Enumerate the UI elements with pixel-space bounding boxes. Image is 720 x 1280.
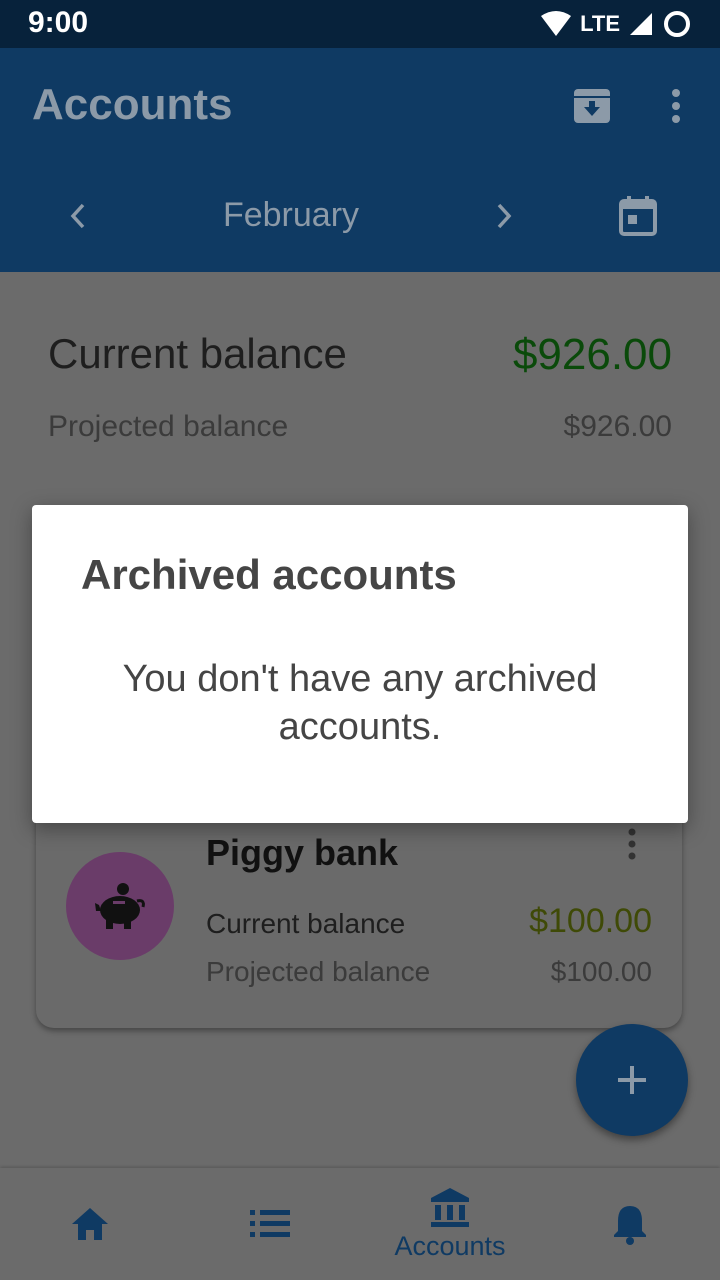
chevron-right-icon	[497, 203, 512, 229]
account-projected-value: $100.00	[550, 956, 652, 987]
nav-transactions[interactable]	[180, 1168, 360, 1280]
account-name: Piggy bank	[206, 832, 399, 873]
current-balance-value: $926.00	[512, 330, 672, 379]
more-vert-icon	[672, 89, 680, 123]
account-projected-label: Projected balance	[206, 956, 431, 987]
chevron-left-icon	[70, 203, 85, 229]
nav-accounts-label: Accounts	[394, 1230, 506, 1261]
home-icon	[72, 1208, 108, 1240]
account-more-button[interactable]	[620, 826, 644, 866]
nav-notifications[interactable]	[540, 1168, 720, 1280]
nav-home[interactable]	[0, 1168, 180, 1280]
nav-accounts[interactable]: Accounts	[360, 1168, 540, 1280]
next-month-button[interactable]	[482, 194, 526, 238]
account-avatar	[66, 852, 174, 960]
account-current-value: $100.00	[529, 902, 652, 940]
wifi-icon	[541, 11, 572, 36]
calendar-button[interactable]	[612, 188, 664, 244]
more-options-button[interactable]	[656, 82, 696, 130]
status-icons: LTE	[540, 8, 692, 40]
page-title: Accounts	[32, 80, 233, 129]
status-time: 9:00	[28, 6, 89, 39]
projected-balance-label: Projected balance	[48, 410, 289, 443]
app-bar: Accounts February	[0, 48, 720, 272]
archive-button[interactable]	[566, 82, 618, 130]
projected-balance-value: $926.00	[563, 410, 672, 443]
plus-icon	[618, 1066, 646, 1094]
dialog-title: Archived accounts	[81, 551, 457, 598]
calendar-icon	[619, 196, 657, 236]
piggy-bank-icon	[95, 883, 145, 929]
list-icon	[250, 1210, 290, 1237]
status-bar: 9:00 LTE	[0, 0, 720, 48]
month-label[interactable]: February	[180, 196, 402, 235]
bell-icon	[614, 1206, 646, 1245]
more-vert-icon	[628, 828, 636, 860]
network-label: LTE	[580, 11, 620, 36]
account-current-label: Current balance	[206, 908, 406, 939]
bank-icon	[431, 1187, 469, 1227]
prev-month-button[interactable]	[56, 194, 100, 238]
archive-icon	[574, 89, 610, 123]
signal-icon	[630, 13, 652, 35]
dialog-message: You don't have any archived accounts.	[122, 658, 598, 748]
account-card[interactable]: Piggy bank Current balance $100.00 Proje…	[36, 792, 682, 1028]
battery-icon	[664, 11, 690, 37]
add-account-button[interactable]	[576, 1024, 688, 1136]
archived-accounts-dialog: Archived accounts You don't have any arc…	[32, 505, 688, 823]
current-balance-label: Current balance	[48, 330, 347, 377]
bottom-navigation: Accounts	[0, 1168, 720, 1280]
